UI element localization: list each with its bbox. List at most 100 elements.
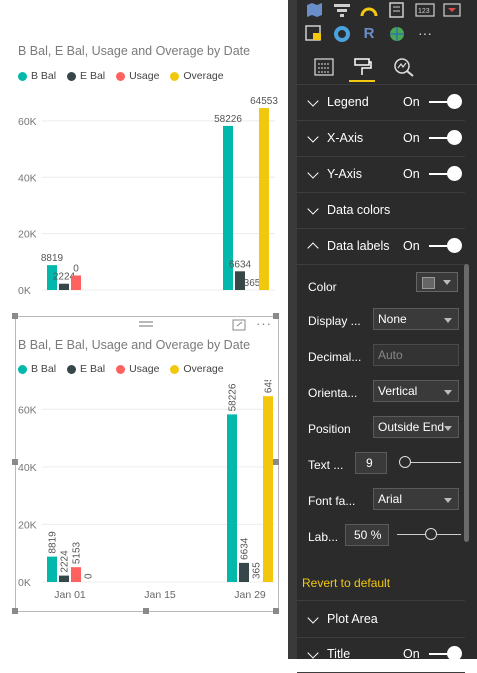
legend-item[interactable]: B Bal bbox=[18, 363, 56, 375]
label-density-input[interactable]: 50 % bbox=[345, 524, 389, 546]
bar bbox=[227, 414, 237, 582]
legend-label: E Bal bbox=[80, 363, 106, 375]
resize-handle[interactable] bbox=[12, 313, 18, 319]
section-data-colors[interactable]: Data colors bbox=[297, 192, 465, 229]
bar bbox=[239, 562, 249, 582]
legend-marker bbox=[18, 364, 27, 374]
card-icon[interactable]: 123 bbox=[415, 2, 435, 18]
legend-label: Usage bbox=[129, 70, 160, 82]
visualizations-pane: 123 R ··· Legend On X-Axis On Y-Axis On bbox=[297, 0, 477, 673]
data-label: 64553 bbox=[250, 96, 278, 107]
donut-icon[interactable] bbox=[333, 25, 351, 43]
slicer-icon[interactable] bbox=[443, 2, 461, 18]
decimal-places-input[interactable]: Auto bbox=[373, 344, 459, 366]
position-select[interactable]: Outside End bbox=[373, 416, 459, 438]
chevron-down-icon bbox=[307, 167, 319, 179]
gauge-icon[interactable] bbox=[360, 2, 378, 18]
y-axis-toggle[interactable] bbox=[429, 166, 462, 181]
legend-item[interactable]: B Bal bbox=[18, 70, 56, 82]
orientation-select[interactable]: Vertical bbox=[373, 380, 459, 402]
globe-icon[interactable] bbox=[388, 25, 406, 43]
data-label: 8819 bbox=[41, 253, 64, 264]
drag-handle-icon[interactable] bbox=[138, 320, 154, 328]
section-legend[interactable]: Legend On bbox=[297, 84, 465, 121]
legend-item[interactable]: E Bal bbox=[67, 363, 105, 375]
bar bbox=[47, 556, 57, 582]
legend-item[interactable]: Usage bbox=[116, 363, 159, 375]
multi-row-card-icon[interactable] bbox=[388, 2, 406, 18]
section-label: X-Axis bbox=[327, 131, 364, 145]
chevron-down-icon bbox=[307, 647, 319, 659]
section-y-axis[interactable]: Y-Axis On bbox=[297, 156, 465, 193]
section-plot-area[interactable]: Plot Area bbox=[297, 600, 465, 638]
legend-label: Overage bbox=[183, 70, 224, 82]
chevron-down-icon bbox=[444, 318, 452, 323]
legend-toggle[interactable] bbox=[429, 94, 462, 109]
bar bbox=[59, 283, 69, 290]
chevron-up-icon bbox=[307, 242, 319, 254]
svg-text:123: 123 bbox=[418, 8, 430, 15]
legend-marker bbox=[67, 364, 77, 374]
legend-item[interactable]: Usage bbox=[116, 70, 159, 82]
title-toggle[interactable] bbox=[429, 646, 462, 661]
pane-scrollbar[interactable] bbox=[464, 264, 469, 542]
section-label: Data labels bbox=[327, 239, 390, 253]
table-icon[interactable] bbox=[305, 25, 323, 41]
prop-label: Lab... bbox=[308, 530, 339, 544]
data-label: 6634 bbox=[229, 259, 252, 270]
section-label: Plot Area bbox=[327, 612, 378, 626]
section-title[interactable]: Title On bbox=[297, 636, 465, 673]
chart-title: B Bal, E Bal, Usage and Overage by Date bbox=[18, 44, 251, 58]
x-tick-label: Jan 15 bbox=[142, 297, 174, 298]
display-units-select[interactable]: None bbox=[373, 308, 459, 330]
r-visual-icon[interactable]: R bbox=[360, 25, 378, 43]
chart-legend: B Bal E Bal Usage Overage bbox=[18, 363, 232, 377]
funnel-icon[interactable] bbox=[333, 2, 351, 18]
prop-color: Color bbox=[297, 272, 465, 302]
resize-handle[interactable] bbox=[12, 608, 18, 614]
section-x-axis[interactable]: X-Axis On bbox=[297, 120, 465, 157]
text-size-input[interactable]: 9 bbox=[355, 452, 387, 474]
y-tick-label: 20K bbox=[18, 229, 37, 241]
color-picker[interactable] bbox=[416, 272, 458, 292]
prop-label: Display ... bbox=[308, 314, 361, 328]
toggle-state: On bbox=[403, 95, 420, 109]
slider-thumb[interactable] bbox=[399, 456, 411, 468]
section-data-labels[interactable]: Data labels On bbox=[297, 228, 465, 265]
tab-format[interactable] bbox=[349, 54, 375, 82]
resize-handle[interactable] bbox=[273, 608, 279, 614]
data-labels-toggle[interactable] bbox=[429, 238, 462, 253]
x-axis-toggle[interactable] bbox=[429, 130, 462, 145]
input-value: 50 bbox=[354, 528, 368, 542]
resize-handle[interactable] bbox=[273, 313, 279, 319]
legend-item[interactable]: Overage bbox=[170, 363, 224, 375]
y-tick-label: 0K bbox=[18, 577, 31, 589]
report-canvas: B Bal, E Bal, Usage and Overage by Date … bbox=[0, 0, 297, 659]
chevron-down-icon bbox=[307, 131, 319, 143]
more-options-icon[interactable]: ··· bbox=[256, 316, 272, 331]
legend-item[interactable]: Overage bbox=[170, 70, 224, 82]
chart-visual-2[interactable]: ··· B Bal, E Bal, Usage and Overage by D… bbox=[0, 313, 290, 614]
pane-divider bbox=[288, 0, 297, 659]
chevron-down-icon bbox=[307, 95, 319, 107]
select-value: Arial bbox=[378, 492, 403, 506]
legend-item[interactable]: E Bal bbox=[67, 70, 105, 82]
legend-marker bbox=[116, 71, 126, 81]
focus-mode-icon[interactable] bbox=[232, 319, 246, 331]
prop-font-family: Font fa... Arial bbox=[297, 486, 465, 516]
prop-position: Position Outside End bbox=[297, 414, 465, 444]
slider-thumb[interactable] bbox=[425, 528, 437, 540]
chart-visual-1[interactable]: B Bal, E Bal, Usage and Overage by Date … bbox=[0, 36, 290, 298]
prop-label: Font fa... bbox=[308, 494, 356, 508]
prop-label: Position bbox=[308, 422, 351, 436]
revert-to-default-link[interactable]: Revert to default bbox=[302, 576, 390, 590]
map-icon[interactable] bbox=[305, 2, 323, 18]
more-visuals-icon[interactable]: ··· bbox=[416, 24, 434, 42]
y-tick-label: 20K bbox=[18, 519, 37, 531]
font-family-select[interactable]: Arial bbox=[373, 488, 459, 510]
prop-label: Orienta... bbox=[308, 386, 358, 400]
resize-handle[interactable] bbox=[143, 608, 149, 614]
toggle-knob bbox=[447, 238, 462, 253]
tab-fields[interactable] bbox=[311, 54, 337, 80]
tab-analytics[interactable] bbox=[391, 54, 417, 80]
